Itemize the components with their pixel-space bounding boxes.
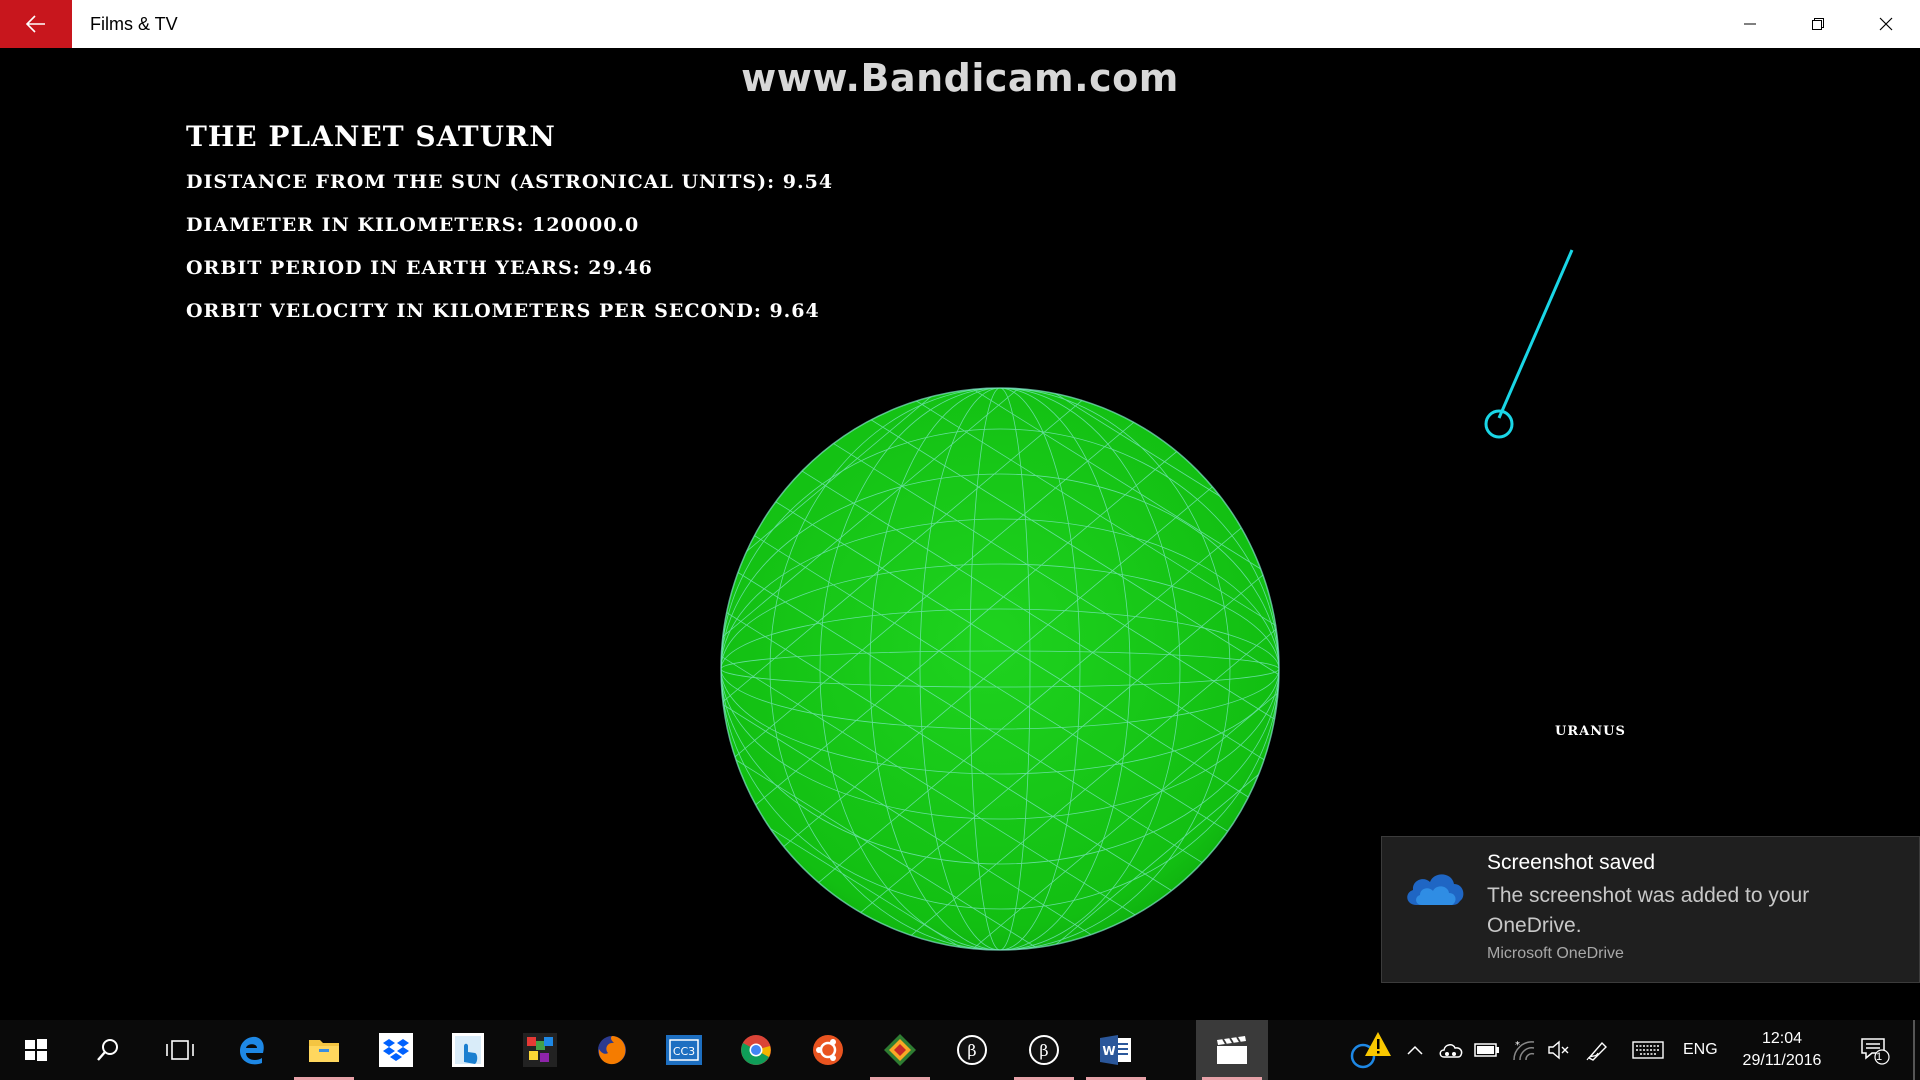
minimize-icon <box>1744 23 1756 25</box>
taskbar-edge[interactable] <box>216 1020 288 1080</box>
task-view-icon <box>166 1040 194 1060</box>
taskbar-firefox[interactable] <box>576 1020 648 1080</box>
action-center-button[interactable]: 1 <box>1855 1020 1895 1080</box>
restore-icon <box>1812 18 1824 30</box>
taskbar-word[interactable]: W <box>1080 1020 1152 1080</box>
edge-icon <box>240 1036 264 1065</box>
taskbar-git-app[interactable] <box>864 1020 936 1080</box>
fact-distance: DISTANCE FROM THE SUN (ASTRONICAL UNITS)… <box>186 171 834 193</box>
uranus-label: URANUS <box>1555 724 1626 739</box>
cloud-sync-icon <box>1439 1044 1463 1058</box>
input-language[interactable]: ENG <box>1683 1020 1718 1080</box>
svg-text:W: W <box>1102 1044 1115 1058</box>
taskbar-dropbox[interactable] <box>360 1020 432 1080</box>
notification-count: 1 <box>1876 1051 1883 1063</box>
paint-app-icon <box>523 1033 557 1067</box>
svg-text:β: β <box>1039 1041 1048 1060</box>
start-icon <box>25 1039 47 1061</box>
processing-icon-2: β <box>1029 1035 1059 1065</box>
git-app-icon <box>884 1034 916 1066</box>
close-icon <box>1879 17 1893 31</box>
close-button[interactable] <box>1852 0 1920 48</box>
onedrive-cloud-icon <box>1407 874 1464 905</box>
show-desktop-button[interactable] <box>1913 1020 1915 1080</box>
tray-touch-keyboard[interactable] <box>1630 1020 1666 1080</box>
search-button[interactable] <box>72 1020 144 1080</box>
clock-date: 29/11/2016 <box>1742 1052 1822 1069</box>
toast-source: Microsoft OneDrive <box>1487 945 1624 962</box>
fact-diameter: DIAMETER IN KILOMETERS: 120000.0 <box>186 214 640 236</box>
planet-info: THE PLANET SATURN DISTANCE FROM THE SUN … <box>186 120 833 343</box>
orbit-probe <box>1484 249 1574 439</box>
tray-cloud-sync[interactable] <box>1436 1020 1466 1080</box>
planet-title: THE PLANET SATURN <box>186 120 556 153</box>
taskbar-chrome[interactable] <box>720 1020 792 1080</box>
cc3-app-icon: CC3 <box>666 1035 702 1065</box>
svg-text:*: * <box>1515 1040 1520 1051</box>
keyboard-icon <box>1632 1041 1664 1059</box>
minimize-button[interactable] <box>1716 0 1784 48</box>
app-title: Films & TV <box>90 13 178 34</box>
pen-icon <box>1586 1041 1607 1061</box>
notification-icon <box>1861 1038 1890 1065</box>
dropbox-icon <box>379 1033 413 1067</box>
taskbar: CC3 β β W * ENG 12:04 29/11/2016 1 <box>0 1020 1920 1080</box>
window-controls <box>1716 0 1920 48</box>
toast-body: The screenshot was added to your OneDriv… <box>1487 884 1810 937</box>
fact-orbit-period: ORBIT PERIOD IN EARTH YEARS: 29.46 <box>186 257 653 279</box>
tray-battery[interactable] <box>1472 1020 1502 1080</box>
wifi-icon: * <box>1513 1040 1535 1061</box>
processing-icon: β <box>957 1035 987 1065</box>
tray-volume[interactable] <box>1544 1020 1574 1080</box>
svg-text:β: β <box>967 1041 976 1060</box>
taskbar-cc3-app[interactable]: CC3 <box>648 1020 720 1080</box>
onedrive-toast[interactable]: Screenshot saved The screenshot was adde… <box>1381 836 1920 983</box>
restore-button[interactable] <box>1784 0 1852 48</box>
taskbar-paint-app[interactable] <box>504 1020 576 1080</box>
back-arrow-icon <box>26 15 45 33</box>
svg-text:CC3: CC3 <box>673 1045 695 1058</box>
tray-pen[interactable] <box>1583 1020 1613 1080</box>
touch-app-icon <box>452 1033 484 1067</box>
task-view-button[interactable] <box>144 1020 216 1080</box>
back-button[interactable] <box>0 0 72 48</box>
bandicam-watermark: www.Bandicam.com <box>741 56 1179 100</box>
show-hidden-icons-button[interactable] <box>1402 1020 1428 1080</box>
word-icon: W <box>1100 1035 1131 1065</box>
fact-orbit-velocity: ORBIT VELOCITY IN KILOMETERS PER SECOND:… <box>186 300 820 322</box>
file-explorer-icon <box>309 1040 339 1062</box>
firefox-icon <box>598 1036 626 1065</box>
saturn-sphere <box>720 387 1280 951</box>
taskbar-processing-2[interactable]: β <box>1008 1020 1080 1080</box>
title-bar: Films & TV <box>0 0 1920 48</box>
volume-muted-icon <box>1548 1040 1569 1060</box>
taskbar-processing[interactable]: β <box>936 1020 1008 1080</box>
chrome-icon <box>741 1035 771 1065</box>
tray-wifi[interactable]: * <box>1508 1020 1538 1080</box>
warning-icon <box>1350 1032 1391 1069</box>
films-tv-icon <box>1217 1036 1247 1064</box>
toast-title: Screenshot saved <box>1487 851 1656 874</box>
battery-icon <box>1474 1043 1499 1057</box>
taskbar-films-tv[interactable] <box>1196 1020 1268 1080</box>
chevron-up-icon <box>1407 1045 1423 1055</box>
taskbar-ubuntu[interactable] <box>792 1020 864 1080</box>
clock[interactable]: 12:04 29/11/2016 <box>1737 1028 1827 1072</box>
search-icon <box>97 1039 118 1061</box>
taskbar-touch-app[interactable] <box>432 1020 504 1080</box>
tray-onedrive-warning[interactable] <box>1345 1020 1397 1080</box>
start-button[interactable] <box>0 1020 72 1080</box>
clock-time: 12:04 <box>1761 1030 1803 1047</box>
ubuntu-icon <box>813 1035 843 1065</box>
taskbar-file-explorer[interactable] <box>288 1020 360 1080</box>
